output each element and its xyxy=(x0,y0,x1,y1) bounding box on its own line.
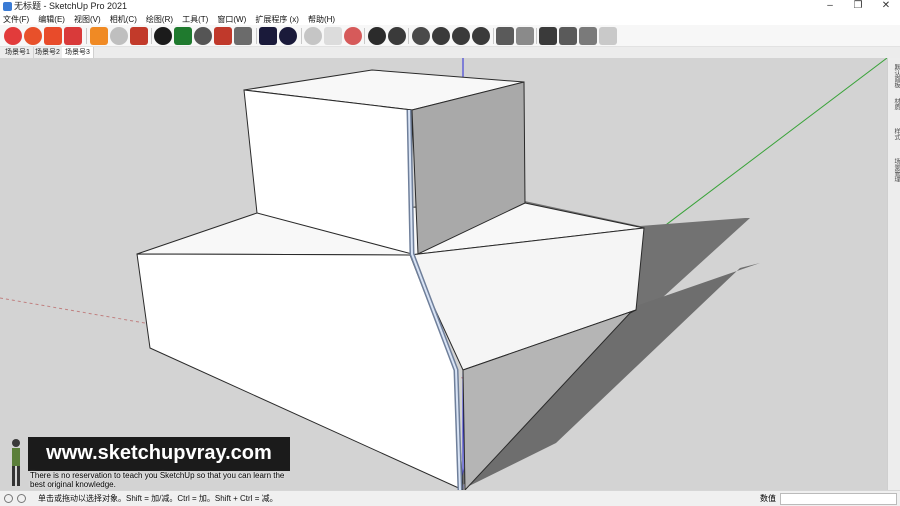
scene-tabs: 场景号1 场景号2 场景号3 xyxy=(0,47,900,58)
toolbar-separator xyxy=(301,28,302,44)
toolbar-separator xyxy=(493,28,494,44)
close-button[interactable]: ✕ xyxy=(872,0,900,13)
toolbar-separator xyxy=(364,28,365,44)
tab-scene2[interactable]: 场景号2 xyxy=(32,47,64,58)
tab-scene3[interactable]: 场景号3 xyxy=(62,47,94,58)
tree-icon[interactable] xyxy=(174,27,192,45)
title-bar: 无标题 - SketchUp Pro 2021 – ❐ ✕ xyxy=(0,0,900,13)
menu-bar: 文件(F) 编辑(E) 视图(V) 相机(C) 绘图(R) 工具(T) 窗口(W… xyxy=(0,13,900,25)
lock-icon[interactable] xyxy=(599,27,617,45)
add-icon[interactable] xyxy=(154,27,172,45)
watermark-caption: There is no reservation to teach you Ske… xyxy=(30,471,285,489)
layers-icon[interactable] xyxy=(130,27,148,45)
checker-icon[interactable] xyxy=(194,27,212,45)
status-hint: 单击或拖动以选择对象。Shift = 加/减。Ctrl = 加。Shift + … xyxy=(38,494,278,503)
right-panel: 默认面板 材质 样式 场景管理 xyxy=(887,58,900,490)
status-bar: 单击或拖动以选择对象。Shift = 加/减。Ctrl = 加。Shift + … xyxy=(0,490,900,506)
bird-icon[interactable] xyxy=(344,27,362,45)
sketchup-logo-icon[interactable] xyxy=(4,27,22,45)
minimize-button[interactable]: – xyxy=(816,0,844,13)
render-icon[interactable] xyxy=(452,27,470,45)
camera-icon[interactable] xyxy=(64,27,82,45)
measurements-label: 数值 xyxy=(760,494,776,503)
wand-icon[interactable] xyxy=(324,27,342,45)
toolbar-separator xyxy=(86,28,87,44)
restore-button[interactable]: ❐ xyxy=(844,0,872,13)
sync-icon[interactable] xyxy=(90,27,108,45)
watermark-banner: www.sketchupvray.com xyxy=(28,437,290,471)
viewport-icon[interactable] xyxy=(516,27,534,45)
toolbar xyxy=(0,25,900,47)
material-icon[interactable] xyxy=(388,27,406,45)
model-scene[interactable] xyxy=(0,58,887,490)
tab-scene1[interactable]: 场景号1 xyxy=(2,47,34,58)
open-folder-icon[interactable] xyxy=(44,27,62,45)
panel-tab-styles[interactable]: 样式 xyxy=(890,128,899,140)
cloud-icon[interactable] xyxy=(214,27,232,45)
sphere-icon[interactable] xyxy=(432,27,450,45)
toolbar-separator xyxy=(256,28,257,44)
panel-tab-default[interactable]: 默认面板 xyxy=(890,64,899,88)
model-viewport[interactable] xyxy=(0,58,887,490)
person-figure-icon xyxy=(12,439,20,486)
info-icon[interactable] xyxy=(279,27,297,45)
toolbar-separator xyxy=(408,28,409,44)
settings-gear-icon[interactable] xyxy=(24,27,42,45)
bars-icon[interactable] xyxy=(304,27,322,45)
help-icon[interactable] xyxy=(4,494,13,503)
window3-icon[interactable] xyxy=(579,27,597,45)
window-title: 无标题 - SketchUp Pro 2021 xyxy=(14,1,128,11)
toolbar-separator xyxy=(536,28,537,44)
toolbar-separator xyxy=(151,28,152,44)
extension-icon[interactable] xyxy=(234,27,252,45)
frame-icon[interactable] xyxy=(496,27,514,45)
window2-icon[interactable] xyxy=(559,27,577,45)
measurements-input[interactable] xyxy=(780,493,897,505)
app-icon xyxy=(3,2,12,11)
watermark-url: www.sketchupvray.com xyxy=(46,442,272,464)
interactive-icon[interactable] xyxy=(472,27,490,45)
vray-icon[interactable] xyxy=(368,27,386,45)
teapot-icon[interactable] xyxy=(412,27,430,45)
geo-icon[interactable] xyxy=(17,494,26,503)
mail-icon[interactable] xyxy=(259,27,277,45)
window-icon[interactable] xyxy=(539,27,557,45)
panel-tab-materials[interactable]: 材质 xyxy=(890,98,899,110)
refresh-icon[interactable] xyxy=(110,27,128,45)
panel-tab-scenes[interactable]: 场景管理 xyxy=(890,158,899,182)
